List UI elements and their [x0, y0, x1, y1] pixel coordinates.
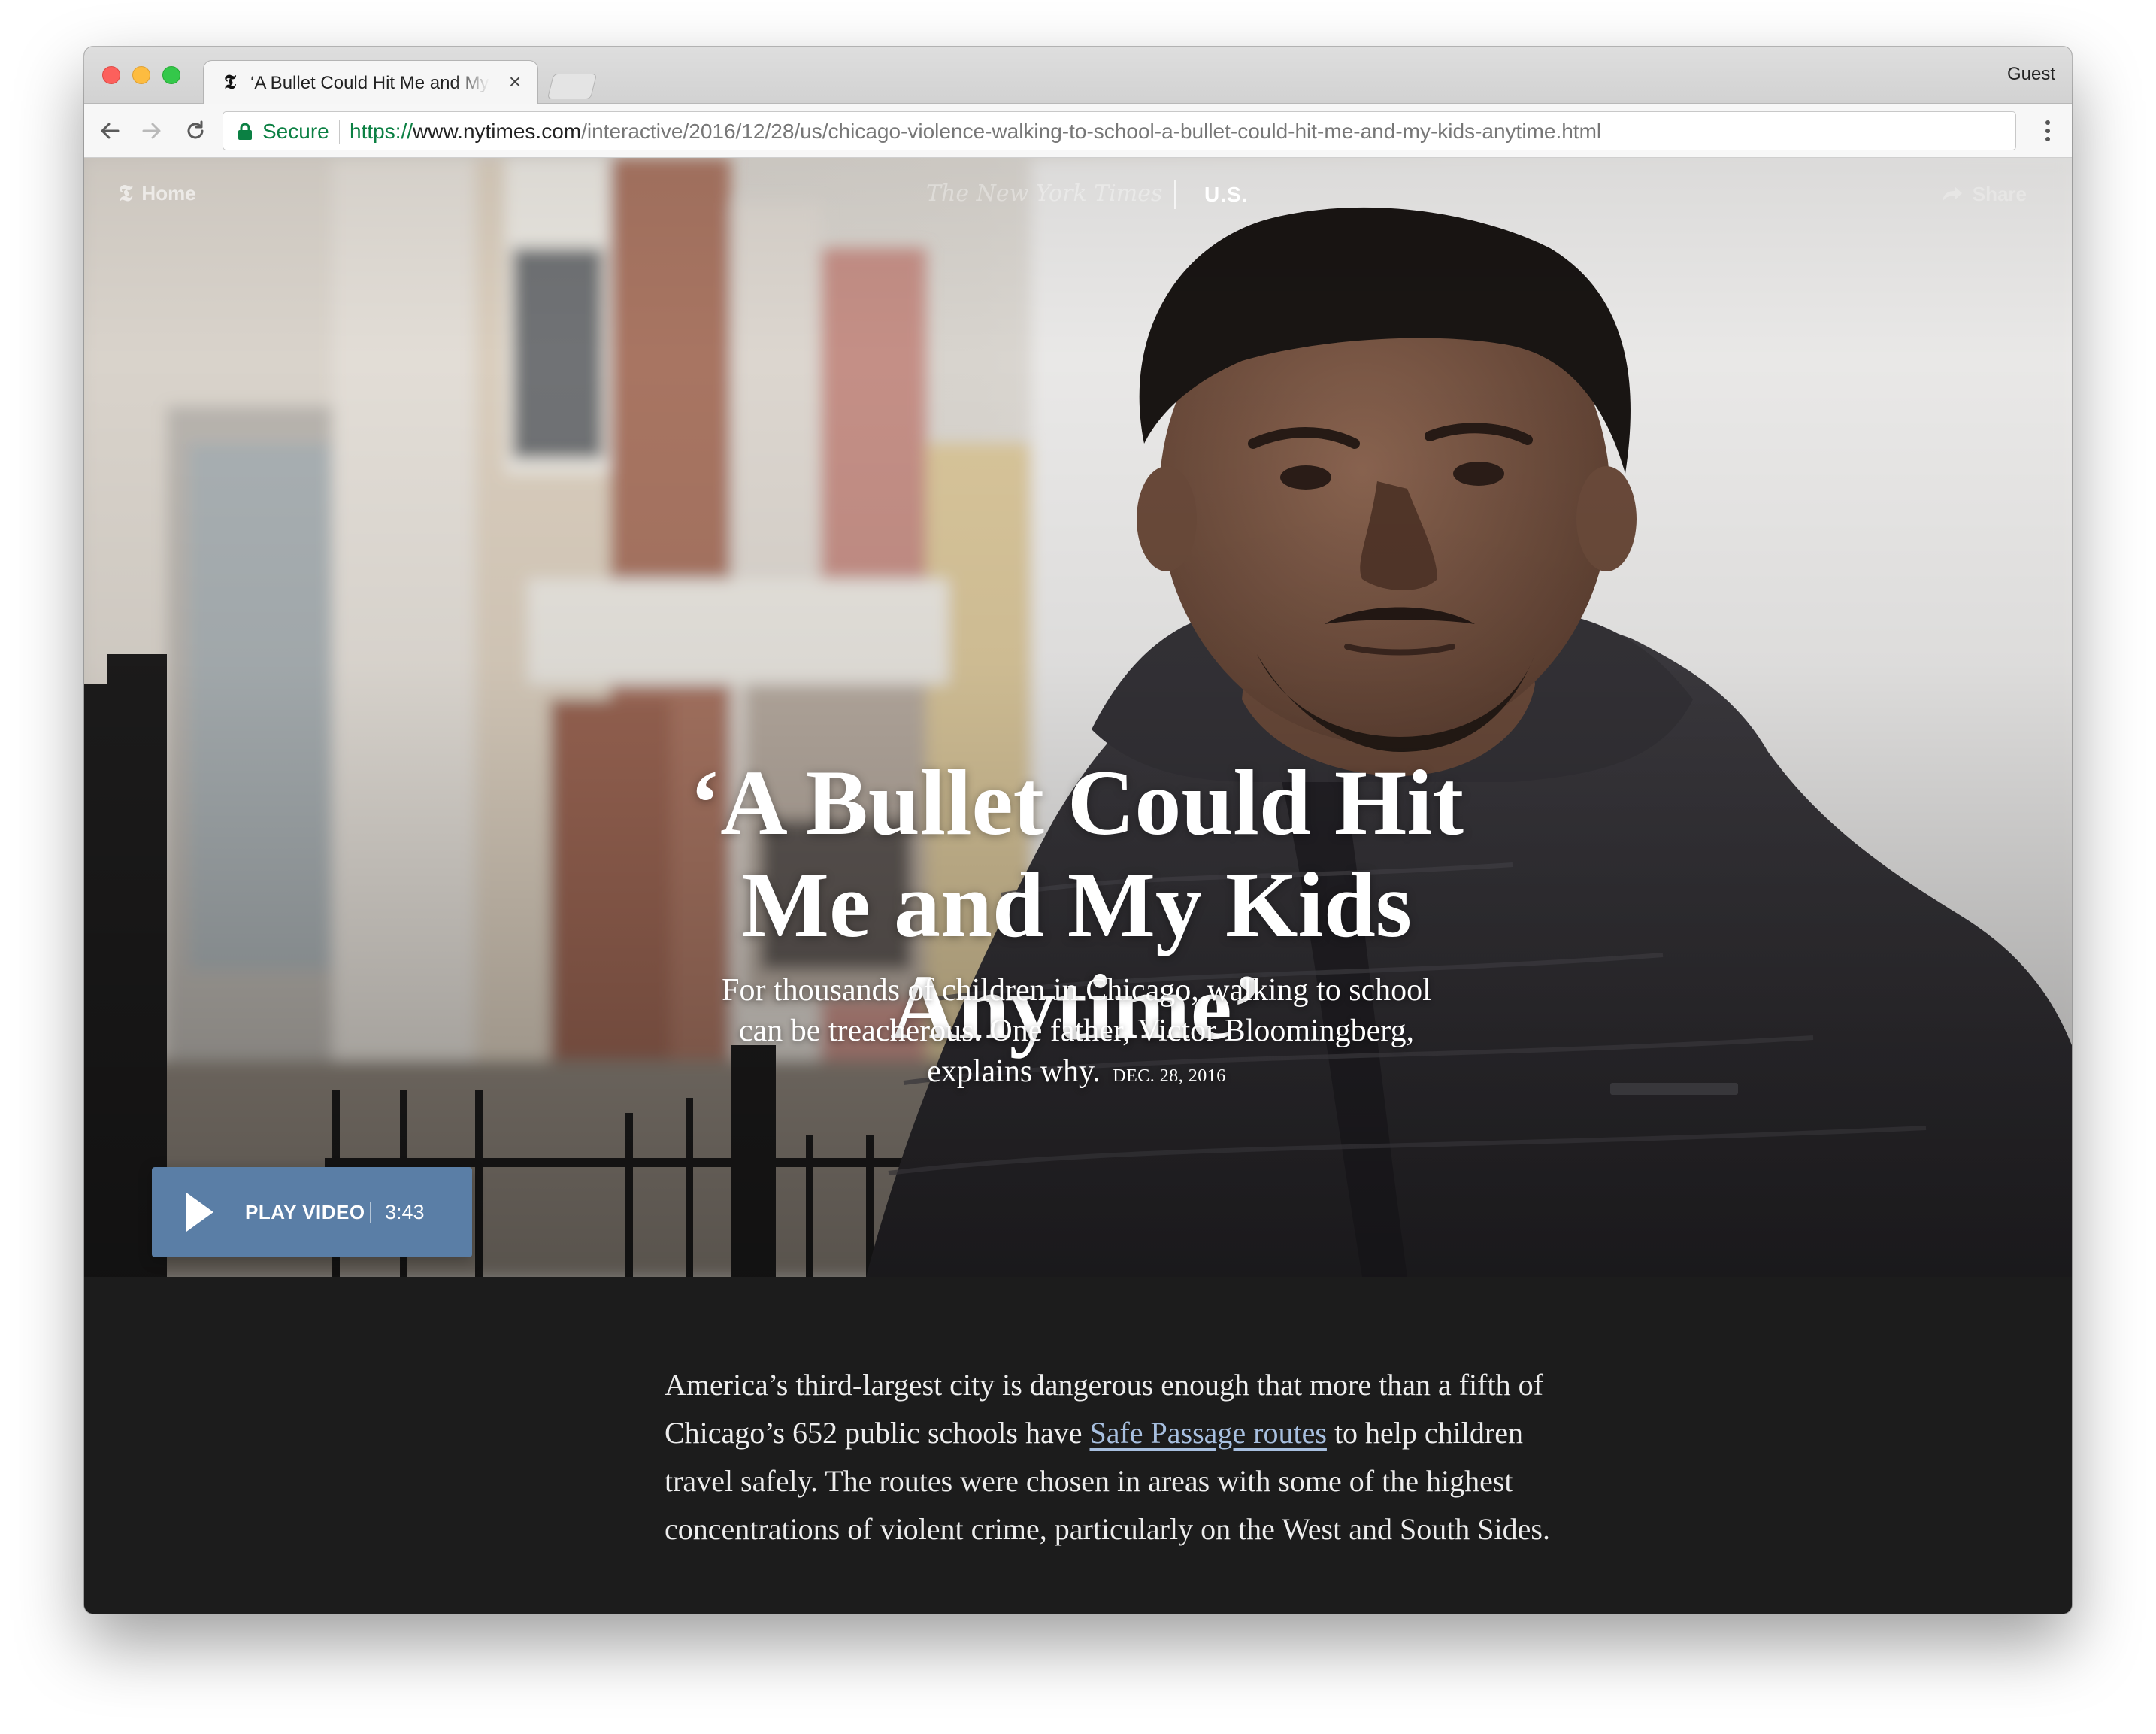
- play-icon: [186, 1193, 213, 1232]
- section-link[interactable]: U.S.: [1204, 180, 1248, 209]
- nyt-logo-icon: 𝕿: [119, 180, 133, 207]
- nyt-masthead-logo[interactable]: The New York Times: [926, 179, 1162, 209]
- tab-title: ‘A Bullet Could Hit Me and My Kids Anyti…: [250, 73, 489, 93]
- forward-arrow-icon: [142, 123, 161, 139]
- safe-passage-routes-link[interactable]: Safe Passage routes: [1089, 1416, 1326, 1450]
- browser-window: 𝕿 ‘A Bullet Could Hit Me and My Kids Any…: [84, 47, 2072, 1614]
- address-bar[interactable]: Secure https://www.nytimes.com/interacti…: [223, 111, 2016, 150]
- site-header: 𝕿 Home The New York Times U.S. Share: [84, 158, 2072, 233]
- address-bar-divider: [339, 120, 340, 144]
- secure-label: Secure: [262, 120, 329, 143]
- page-content: 𝕿 Home The New York Times U.S. Share ‘A …: [84, 158, 2072, 1614]
- back-button[interactable]: [93, 114, 126, 147]
- url-host: www.nytimes.com: [413, 120, 582, 143]
- forward-button[interactable]: [135, 114, 168, 147]
- minimize-window-button[interactable]: [132, 66, 150, 84]
- close-tab-icon[interactable]: ×: [503, 70, 527, 94]
- tab-active[interactable]: 𝕿 ‘A Bullet Could Hit Me and My Kids Any…: [203, 60, 538, 105]
- hero-gradient-overlay: [84, 158, 2072, 1277]
- back-arrow-icon: [101, 123, 120, 139]
- zoom-window-button[interactable]: [162, 66, 180, 84]
- header-divider: [1174, 180, 1176, 209]
- lock-icon: [238, 123, 252, 140]
- url-text[interactable]: https://www.nytimes.com/interactive/2016…: [350, 119, 1601, 144]
- article-summary: For thousands of children in Chicago, wa…: [708, 970, 1445, 1096]
- reload-button[interactable]: [179, 114, 212, 147]
- summary-text: For thousands of children in Chicago, wa…: [722, 973, 1431, 1089]
- browser-toolbar: Secure https://www.nytimes.com/interacti…: [84, 104, 2072, 158]
- home-link[interactable]: 𝕿 Home: [119, 180, 196, 207]
- publish-date: DEC. 28, 2016: [1113, 1066, 1226, 1086]
- close-window-button[interactable]: [102, 66, 120, 84]
- nyt-favicon-icon: 𝕿: [224, 71, 236, 94]
- tab-strip: 𝕿 ‘A Bullet Could Hit Me and My Kids Any…: [84, 47, 2072, 105]
- article-paragraph: America’s third-largest city is dangerou…: [665, 1361, 1552, 1554]
- url-path: /interactive/2016/12/28/us/chicago-viole…: [581, 120, 1602, 143]
- hero-video-frame: 𝕿 Home The New York Times U.S. Share ‘A …: [84, 158, 2072, 1277]
- play-video-label: PLAY VIDEO: [245, 1201, 365, 1223]
- share-label: Share: [1972, 182, 2027, 205]
- new-tab-button[interactable]: [547, 74, 598, 99]
- profile-button[interactable]: Guest: [2007, 62, 2055, 87]
- menu-dot-icon: [2045, 120, 2050, 125]
- article-body: America’s third-largest city is dangerou…: [84, 1277, 2072, 1614]
- play-button-divider: [370, 1202, 371, 1223]
- video-duration: 3:43: [385, 1201, 425, 1223]
- reload-icon: [187, 120, 204, 139]
- play-video-button[interactable]: PLAY VIDEO 3:43: [152, 1167, 472, 1257]
- menu-dot-icon: [2045, 129, 2050, 133]
- share-button[interactable]: Share: [1941, 179, 2027, 209]
- home-label: Home: [141, 181, 196, 205]
- browser-menu-button[interactable]: [2033, 114, 2063, 147]
- share-arrow-icon: [1942, 186, 1962, 202]
- url-scheme: https://: [350, 120, 413, 143]
- menu-dot-icon: [2045, 137, 2050, 141]
